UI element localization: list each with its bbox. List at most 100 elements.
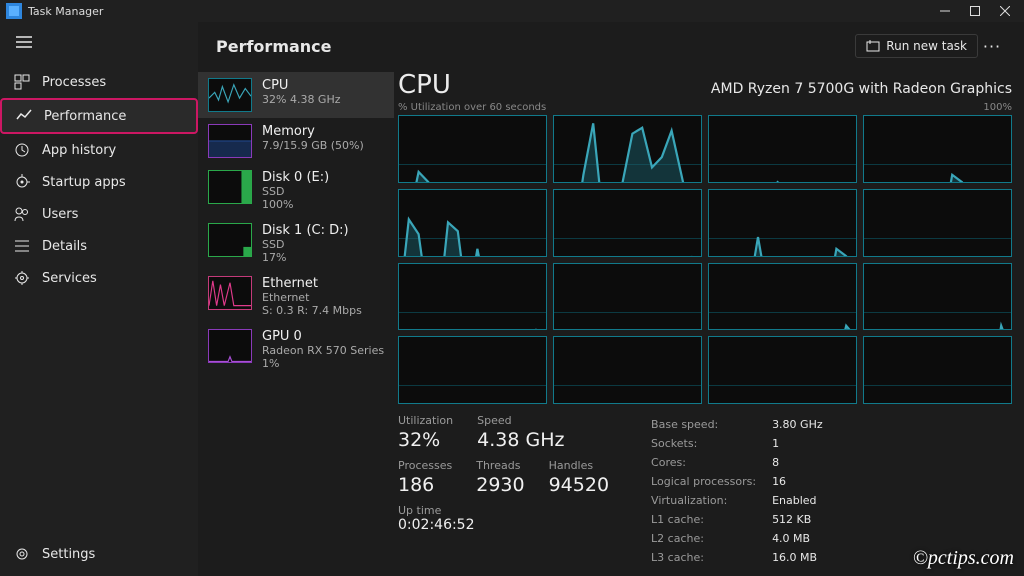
prop-key: Cores: — [651, 454, 770, 471]
sidebar: Processes Performance App history Startu… — [0, 22, 198, 576]
perf-title: Ethernet — [262, 276, 362, 291]
run-task-label: Run new task — [886, 39, 967, 53]
perf-sub2: 100% — [262, 198, 329, 211]
core-chart-0 — [398, 115, 547, 183]
perf-title: Disk 1 (C: D:) — [262, 223, 349, 238]
core-chart-6 — [708, 189, 857, 257]
perf-sub: 7.9/15.9 GB (50%) — [262, 139, 364, 152]
stat-value: 4.38 GHz — [477, 429, 564, 451]
services-icon — [14, 270, 30, 286]
prop-key: L1 cache: — [651, 511, 770, 528]
sidebar-item-settings[interactable]: Settings — [0, 536, 198, 576]
core-chart-9 — [553, 263, 702, 331]
sidebar-item-label: Startup apps — [42, 175, 126, 190]
sidebar-item-app-history[interactable]: App history — [0, 134, 198, 166]
perf-item-disk1[interactable]: Disk 1 (C: D:)SSD17% — [198, 217, 394, 270]
stat-label: Speed — [477, 414, 564, 427]
sidebar-item-details[interactable]: Details — [0, 230, 198, 262]
core-chart-8 — [398, 263, 547, 331]
prop-key: Sockets: — [651, 435, 770, 452]
perf-title: Memory — [262, 124, 364, 139]
page-title: Performance — [216, 37, 332, 56]
startup-icon — [14, 174, 30, 190]
core-chart-15 — [863, 336, 1012, 404]
stat-value: 2930 — [476, 474, 524, 496]
core-chart-3 — [863, 115, 1012, 183]
cpu-properties: Base speed:3.80 GHzSockets:1Cores:8Logic… — [649, 414, 839, 568]
gpu0-thumb — [208, 329, 252, 363]
stat-label: Up time — [398, 504, 609, 517]
perf-sub2: S: 0.3 R: 7.4 Mbps — [262, 304, 362, 317]
perf-title: GPU 0 — [262, 329, 384, 344]
sidebar-item-label: Settings — [42, 547, 95, 562]
more-options-button[interactable]: ··· — [978, 37, 1006, 56]
titlebar: Task Manager — [0, 0, 1024, 22]
hamburger-button[interactable] — [0, 22, 198, 62]
prop-key: Base speed: — [651, 416, 770, 433]
prop-value: 512 KB — [772, 511, 837, 528]
sidebar-item-label: Users — [42, 207, 78, 222]
stat-label: Handles — [549, 459, 609, 472]
prop-key: L3 cache: — [651, 549, 770, 566]
close-button[interactable] — [990, 0, 1020, 22]
stat-value: 94520 — [549, 474, 609, 496]
sidebar-item-users[interactable]: Users — [0, 198, 198, 230]
ethernet-thumb — [208, 276, 252, 310]
performance-icon — [16, 108, 32, 124]
perf-item-cpu[interactable]: CPU32% 4.38 GHz — [198, 72, 394, 118]
history-icon — [14, 142, 30, 158]
sidebar-item-label: Performance — [44, 109, 126, 124]
core-chart-7 — [863, 189, 1012, 257]
perf-sub: 32% 4.38 GHz — [262, 93, 341, 106]
axis-left: % Utilization over 60 seconds — [398, 102, 546, 113]
users-icon — [14, 206, 30, 222]
cpu-heading: CPU — [398, 70, 451, 100]
prop-value: Enabled — [772, 492, 837, 509]
stat-value: 32% — [398, 429, 453, 451]
sidebar-item-label: Details — [42, 239, 87, 254]
prop-value: 8 — [772, 454, 837, 471]
sidebar-item-label: Processes — [42, 75, 106, 90]
core-chart-2 — [708, 115, 857, 183]
perf-item-memory[interactable]: Memory7.9/15.9 GB (50%) — [198, 118, 394, 164]
core-chart-10 — [708, 263, 857, 331]
sidebar-item-performance[interactable]: Performance — [0, 98, 198, 134]
stat-label: Threads — [476, 459, 524, 472]
perf-sub: SSD — [262, 185, 329, 198]
window-title: Task Manager — [28, 5, 103, 18]
perf-title: CPU — [262, 78, 341, 93]
cpu-core-grid — [398, 115, 1012, 404]
memory-thumb — [208, 124, 252, 158]
core-chart-1 — [553, 115, 702, 183]
maximize-button[interactable] — [960, 0, 990, 22]
performance-list: CPU32% 4.38 GHz Memory7.9/15.9 GB (50%) … — [198, 70, 394, 576]
sidebar-item-services[interactable]: Services — [0, 262, 198, 294]
perf-sub: Ethernet — [262, 291, 362, 304]
core-chart-13 — [553, 336, 702, 404]
core-chart-5 — [553, 189, 702, 257]
run-new-task-button[interactable]: Run new task — [855, 34, 978, 58]
sidebar-item-startup[interactable]: Startup apps — [0, 166, 198, 198]
gear-icon — [14, 546, 30, 562]
core-chart-14 — [708, 336, 857, 404]
sidebar-item-label: Services — [42, 271, 97, 286]
processes-icon — [14, 74, 30, 90]
perf-item-gpu0[interactable]: GPU 0Radeon RX 570 Series1% — [198, 323, 394, 376]
prop-value: 3.80 GHz — [772, 416, 837, 433]
sidebar-item-processes[interactable]: Processes — [0, 66, 198, 98]
perf-item-disk0[interactable]: Disk 0 (E:)SSD100% — [198, 164, 394, 217]
cpu-thumb — [208, 78, 252, 112]
prop-value: 1 — [772, 435, 837, 452]
perf-sub: SSD — [262, 238, 349, 251]
app-icon — [6, 3, 22, 19]
prop-key: Virtualization: — [651, 492, 770, 509]
prop-value: 16.0 MB — [772, 549, 837, 566]
perf-item-ethernet[interactable]: EthernetEthernetS: 0.3 R: 7.4 Mbps — [198, 270, 394, 323]
perf-sub: Radeon RX 570 Series — [262, 344, 384, 357]
minimize-button[interactable] — [930, 0, 960, 22]
content: Performance Run new task ··· CPU32% 4.38… — [198, 22, 1024, 576]
prop-value: 16 — [772, 473, 837, 490]
cpu-name: AMD Ryzen 7 5700G with Radeon Graphics — [711, 81, 1012, 97]
perf-sub2: 1% — [262, 357, 384, 370]
prop-key: L2 cache: — [651, 530, 770, 547]
